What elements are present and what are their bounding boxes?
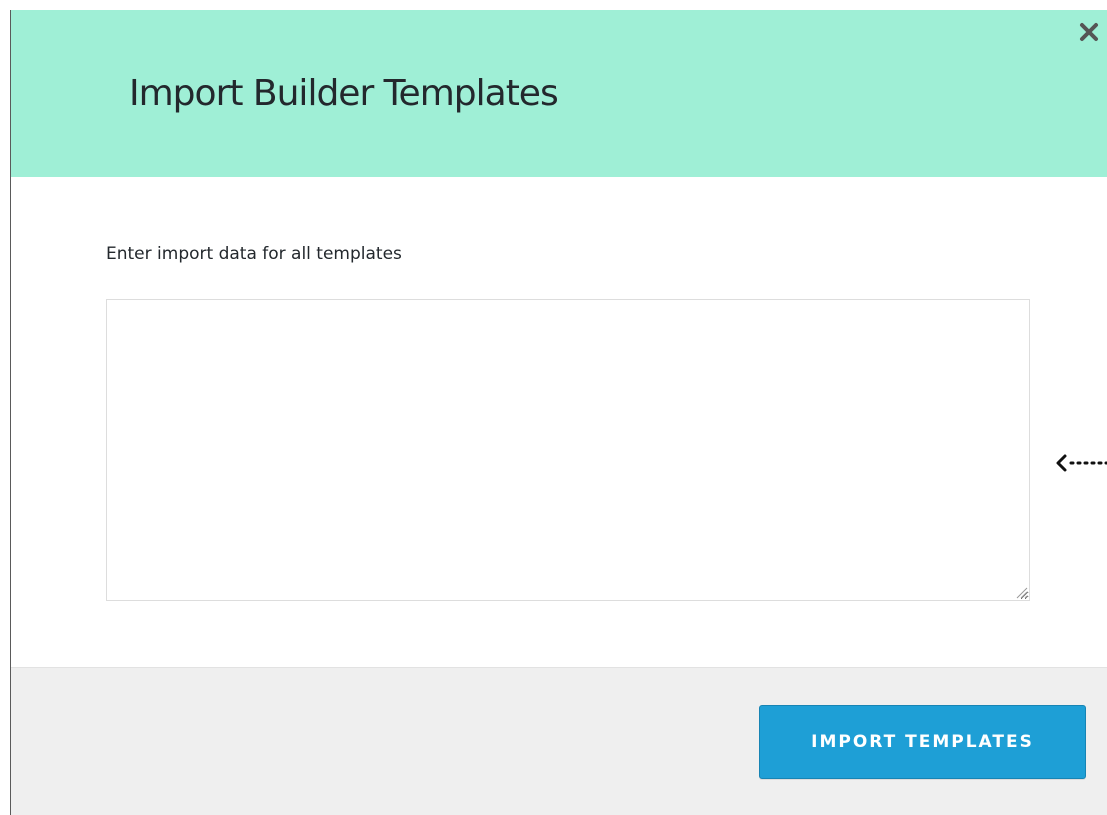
import-data-label: Enter import data for all templates	[106, 244, 402, 264]
import-templates-dialog: Import Builder Templates Enter import da…	[10, 10, 1107, 815]
dialog-header: Import Builder Templates	[11, 10, 1107, 177]
dialog-title: Import Builder Templates	[129, 73, 559, 114]
close-icon	[1080, 23, 1098, 41]
import-data-textarea[interactable]	[106, 299, 1030, 601]
screen: Import Builder Templates Enter import da…	[0, 0, 1107, 815]
import-templates-button[interactable]: IMPORT TEMPLATES	[759, 705, 1086, 779]
close-button[interactable]	[1077, 20, 1101, 44]
dotted-arrow-left-icon	[1056, 454, 1107, 472]
